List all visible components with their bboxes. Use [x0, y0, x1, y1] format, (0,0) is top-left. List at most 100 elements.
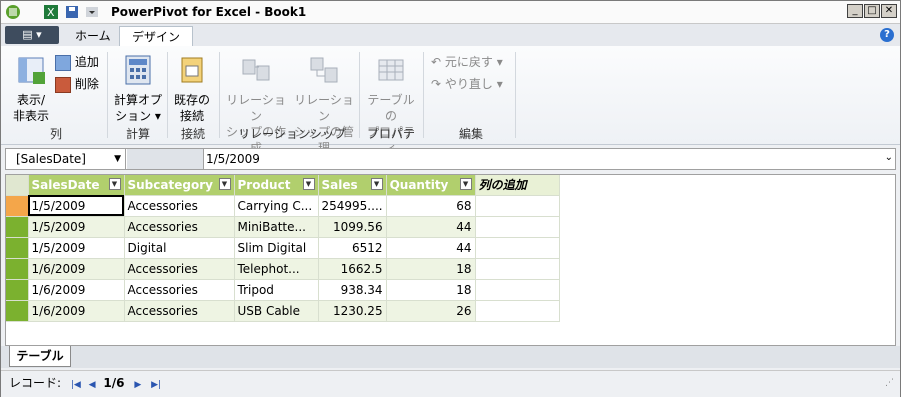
- add-column-cell[interactable]: [475, 195, 560, 217]
- table-cell[interactable]: 1662.5: [318, 258, 387, 280]
- row-header[interactable]: [6, 237, 29, 259]
- quick-access-dropdown-icon[interactable]: [84, 4, 100, 20]
- table-cell[interactable]: 1/5/2009: [28, 216, 125, 238]
- show-hide-columns-button[interactable]: 表示/ 非表示: [9, 54, 53, 124]
- table-cell[interactable]: 26: [386, 300, 476, 322]
- existing-connections-button[interactable]: 既存の 接続: [171, 54, 213, 124]
- file-menu-button[interactable]: ▤ ▾: [5, 26, 59, 44]
- add-column-button[interactable]: 追加: [55, 54, 99, 71]
- table-cell[interactable]: 938.34: [318, 279, 387, 301]
- ribbon-design: 表示/ 非表示 追加 削除 列 計算オプ ション ▾ 計算 既存の 接続 接続: [1, 46, 900, 158]
- formula-input[interactable]: 1/5/2009: [206, 149, 260, 169]
- table-cell[interactable]: 1/6/2009: [28, 258, 125, 280]
- table-cell[interactable]: Slim Digital: [234, 237, 319, 259]
- row-header[interactable]: [6, 300, 29, 322]
- table-cell[interactable]: MiniBatte...: [234, 216, 319, 238]
- minimize-button[interactable]: _: [847, 4, 863, 18]
- filter-dropdown-icon[interactable]: ▼: [108, 178, 121, 190]
- table-cell[interactable]: Accessories: [124, 279, 235, 301]
- tab-home[interactable]: ホーム: [63, 26, 123, 46]
- row-header[interactable]: [6, 258, 29, 280]
- maximize-button[interactable]: □: [864, 4, 880, 18]
- filter-dropdown-icon[interactable]: ▼: [459, 178, 472, 190]
- redo-button[interactable]: ↷ やり直し ▾: [431, 76, 503, 92]
- undo-button[interactable]: ↶ 元に戻す ▾: [431, 54, 503, 70]
- table-cell[interactable]: USB Cable: [234, 300, 319, 322]
- add-column-cell[interactable]: [475, 300, 560, 322]
- add-column-cell[interactable]: [475, 279, 560, 301]
- column-header-subcategory[interactable]: Subcategory ▼: [124, 175, 235, 196]
- first-record-icon[interactable]: |◀: [71, 380, 81, 390]
- table-row[interactable]: 1/6/2009 Accessories Telephot... 1662.5 …: [6, 258, 560, 280]
- table-cell[interactable]: 44: [386, 216, 476, 238]
- table-cell[interactable]: Accessories: [124, 300, 235, 322]
- next-record-icon[interactable]: ▶: [134, 380, 141, 390]
- table-cell[interactable]: Carrying C...: [234, 195, 319, 217]
- table-cell[interactable]: Accessories: [124, 258, 235, 280]
- formula-bar: [SalesDate] ▼ 1/5/2009 ⌄: [5, 148, 896, 170]
- row-header[interactable]: [6, 216, 29, 238]
- row-header[interactable]: [6, 195, 29, 217]
- select-all-corner[interactable]: [6, 175, 29, 196]
- show-hide-label-1: 表示/: [16, 93, 46, 107]
- table-cell[interactable]: Accessories: [124, 216, 235, 238]
- table-row[interactable]: 1/5/2009 Accessories Carrying C... 25499…: [6, 195, 560, 217]
- group-separator: [167, 52, 168, 138]
- add-column-cell[interactable]: [475, 258, 560, 280]
- existing-conn-label-2: 接続: [179, 109, 204, 123]
- powerpivot-app-icon[interactable]: [5, 4, 21, 20]
- table-row[interactable]: 1/5/2009 Accessories MiniBatte... 1099.5…: [6, 216, 560, 238]
- resize-grip-icon[interactable]: ⋰: [885, 371, 894, 395]
- table-cell[interactable]: 18: [386, 279, 476, 301]
- filter-dropdown-icon[interactable]: ▼: [370, 178, 383, 190]
- filter-dropdown-icon[interactable]: ▼: [218, 178, 231, 190]
- delete-column-button[interactable]: 削除: [55, 76, 99, 93]
- table-cell[interactable]: 1230.25: [318, 300, 387, 322]
- table-cell[interactable]: Accessories: [124, 195, 235, 217]
- column-name-box[interactable]: [SalesDate] ▼: [6, 149, 126, 169]
- table-cell[interactable]: Digital: [124, 237, 235, 259]
- table-cell[interactable]: 1/6/2009: [28, 279, 125, 301]
- previous-record-icon[interactable]: ◀: [89, 380, 96, 390]
- existing-conn-label-1: 既存の: [173, 93, 210, 107]
- row-header[interactable]: [6, 279, 29, 301]
- chevron-down-icon[interactable]: ▼: [114, 149, 121, 169]
- table-row[interactable]: 1/5/2009 Digital Slim Digital 6512 44: [6, 237, 560, 259]
- excel-icon[interactable]: X: [43, 4, 59, 20]
- table-row[interactable]: 1/6/2009 Accessories Tripod 938.34 18: [6, 279, 560, 301]
- add-column-header[interactable]: 列の追加: [475, 175, 560, 196]
- show-hide-label-2: 非表示: [12, 109, 49, 123]
- save-icon[interactable]: [64, 4, 80, 20]
- tab-design[interactable]: デザイン: [119, 26, 194, 47]
- table-cell[interactable]: 68: [386, 195, 476, 217]
- add-column-cell[interactable]: [475, 216, 560, 238]
- table-cell[interactable]: 18: [386, 258, 476, 280]
- table-cell[interactable]: 254995....: [318, 195, 387, 217]
- ribbon-tabs: ▤ ▾ ホーム デザイン ?: [1, 24, 900, 47]
- close-button[interactable]: ✕: [881, 4, 897, 18]
- column-header-sales[interactable]: Sales ▼: [318, 175, 387, 196]
- table-properties-icon: [378, 59, 404, 81]
- sheet-tab-table[interactable]: テーブル: [9, 346, 71, 367]
- table-cell[interactable]: 1/5/2009: [28, 237, 125, 259]
- table-cell[interactable]: 44: [386, 237, 476, 259]
- filter-dropdown-icon[interactable]: ▼: [302, 178, 315, 190]
- table-row[interactable]: 1/6/2009 Accessories USB Cable 1230.25 2…: [6, 300, 560, 322]
- column-header-product[interactable]: Product ▼: [234, 175, 319, 196]
- calc-options-label-2: ション ▾: [115, 109, 161, 123]
- help-icon[interactable]: ?: [880, 28, 894, 42]
- expand-formula-icon[interactable]: ⌄: [885, 152, 893, 163]
- status-bar: レコード: |◀ ◀ 1/6 ▶ ▶| ⋰: [1, 370, 900, 397]
- table-cell[interactable]: 6512: [318, 237, 387, 259]
- table-cell[interactable]: 1/6/2009: [28, 300, 125, 322]
- table-cell[interactable]: 1/5/2009: [28, 195, 125, 217]
- table-cell[interactable]: Telephot...: [234, 258, 319, 280]
- add-column-cell[interactable]: [475, 237, 560, 259]
- column-header-quantity[interactable]: Quantity ▼: [386, 175, 476, 196]
- table-cell[interactable]: 1099.56: [318, 216, 387, 238]
- group-separator: [219, 52, 220, 138]
- column-header-salesdate[interactable]: SalesDate ▼: [28, 175, 125, 196]
- last-record-icon[interactable]: ▶|: [151, 380, 161, 390]
- table-cell[interactable]: Tripod: [234, 279, 319, 301]
- calc-options-button[interactable]: 計算オプ ション ▾: [113, 54, 163, 124]
